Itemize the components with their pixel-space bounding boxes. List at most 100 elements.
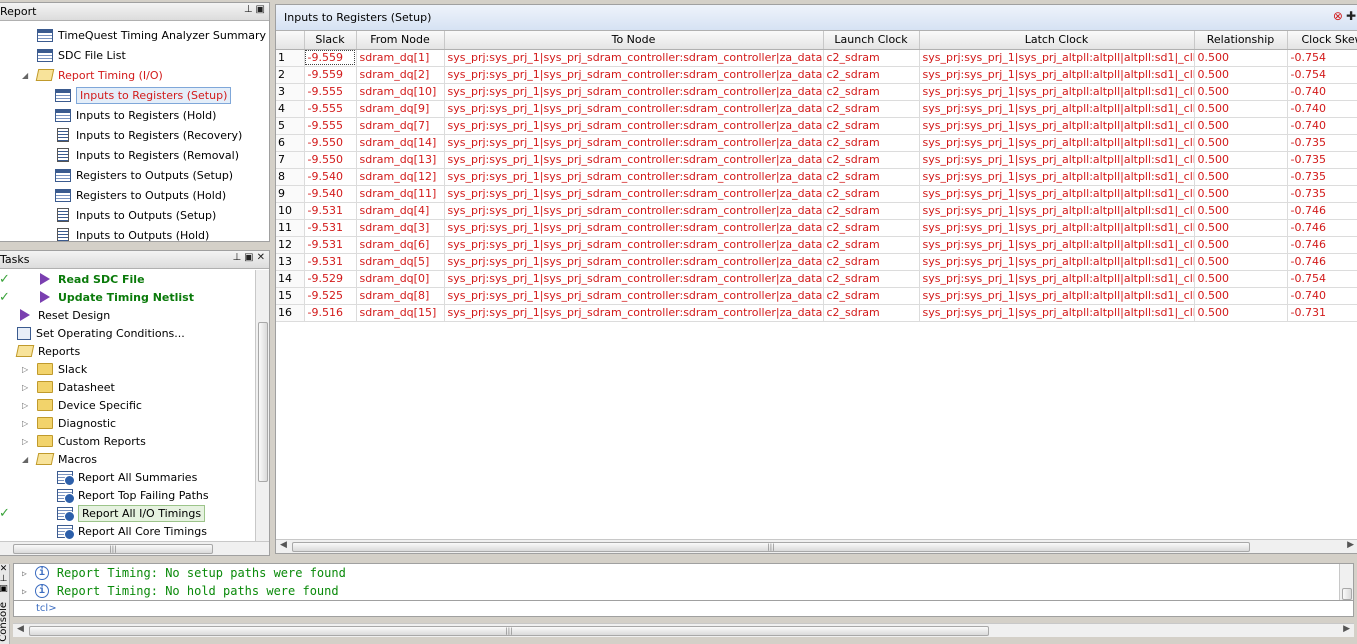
scroll-right-icon[interactable]: ▶ [1343,624,1350,634]
launch-clock-cell[interactable]: c2_sdram [823,253,920,271]
relationship-cell[interactable]: 0.500 [1194,202,1288,220]
to-node-cell[interactable]: sys_prj:sys_prj_1|sys_prj_sdram_controll… [444,117,824,135]
row-number[interactable]: 4 [276,100,305,118]
table-row[interactable]: 5 -9.555 sdram_dq[7] sys_prj:sys_prj_1|sys_… [276,117,1357,135]
task-reports[interactable]: Reports [0,342,269,360]
scrollbar-thumb[interactable]: ||| [13,544,213,554]
report-item-inputs-to-registers-setup[interactable]: Inputs to Registers (Setup) [0,85,269,105]
to-node-cell[interactable]: sys_prj:sys_prj_1|sys_prj_sdram_controll… [444,100,824,118]
report-item-inputs-to-outputs-setup[interactable]: Inputs to Outputs (Setup) [0,205,269,225]
slack-cell[interactable]: -9.555 [304,100,357,118]
from-node-cell[interactable]: sdram_dq[13] [356,151,445,169]
latch-clock-cell[interactable]: sys_prj:sys_prj_1|sys_prj_altpll:altpll|… [919,151,1195,169]
scrollbar-thumb[interactable]: ||| [29,626,989,636]
clock-skew-cell[interactable]: -0.740 [1287,117,1357,135]
console-vertical-scrollbar[interactable] [1339,564,1353,600]
launch-clock-cell[interactable]: c2_sdram [823,83,920,101]
from-node-cell[interactable]: sdram_dq[5] [356,253,445,271]
relationship-cell[interactable]: 0.500 [1194,100,1288,118]
from-node-cell[interactable]: sdram_dq[10] [356,83,445,101]
table-row[interactable]: 11 -9.531 sdram_dq[3] sys_prj:sys_prj_1|sys… [276,219,1357,237]
launch-clock-cell[interactable]: c2_sdram [823,117,920,135]
latch-clock-cell[interactable]: sys_prj:sys_prj_1|sys_prj_altpll:altpll|… [919,100,1195,118]
pin-icon[interactable]: ⊥ [0,574,9,584]
column-header-latch-clock[interactable]: Latch Clock [919,31,1195,50]
slack-cell[interactable]: -9.555 [304,117,357,135]
launch-clock-cell[interactable]: c2_sdram [823,168,920,186]
row-number[interactable]: 16 [276,304,305,322]
launch-clock-cell[interactable]: c2_sdram [823,49,920,67]
launch-clock-cell[interactable]: c2_sdram [823,236,920,254]
column-header-launch-clock[interactable]: Launch Clock [823,31,920,50]
to-node-cell[interactable]: sys_prj:sys_prj_1|sys_prj_sdram_controll… [444,185,824,203]
relationship-cell[interactable]: 0.500 [1194,66,1288,84]
row-number[interactable]: 7 [276,151,305,169]
report-item-sdc-file-list[interactable]: SDC File List [0,45,269,65]
latch-clock-cell[interactable]: sys_prj:sys_prj_1|sys_prj_altpll:altpll|… [919,236,1195,254]
launch-clock-cell[interactable]: c2_sdram [823,100,920,118]
clock-skew-cell[interactable]: -0.740 [1287,83,1357,101]
table-row[interactable]: 10 -9.531 sdram_dq[4] sys_prj:sys_prj_1|sys… [276,202,1357,220]
clock-skew-cell[interactable]: -0.746 [1287,253,1357,271]
slack-cell[interactable]: -9.531 [304,236,357,254]
expand-arrow-icon[interactable]: ▷ [22,587,27,596]
latch-clock-cell[interactable]: sys_prj:sys_prj_1|sys_prj_altpll:altpll|… [919,304,1195,322]
task-report-top-failing-paths[interactable]: Report Top Failing Paths [0,486,269,504]
latch-clock-cell[interactable]: sys_prj:sys_prj_1|sys_prj_altpll:altpll|… [919,83,1195,101]
slack-cell[interactable]: -9.559 [304,66,357,84]
from-node-cell[interactable]: sdram_dq[14] [356,134,445,152]
expanded-arrow-icon[interactable]: ◢ [22,455,28,464]
relationship-cell[interactable]: 0.500 [1194,253,1288,271]
latch-clock-cell[interactable]: sys_prj:sys_prj_1|sys_prj_altpll:altpll|… [919,117,1195,135]
relationship-cell[interactable]: 0.500 [1194,270,1288,288]
row-number[interactable]: 5 [276,117,305,135]
relationship-cell[interactable]: 0.500 [1194,287,1288,305]
task-slack[interactable]: ▷ Slack [0,360,269,378]
table-row[interactable]: 7 -9.550 sdram_dq[13] sys_prj:sys_prj_1|sys… [276,151,1357,169]
clock-skew-cell[interactable]: -0.746 [1287,236,1357,254]
relationship-cell[interactable]: 0.500 [1194,219,1288,237]
task-report-all-io-timings[interactable]: ✓ Report All I/O Timings [0,504,269,522]
row-number[interactable]: 2 [276,66,305,84]
stop-icon[interactable]: ⊗ [1333,9,1343,23]
table-row[interactable]: 4 -9.555 sdram_dq[9] sys_prj:sys_prj_1|sys_… [276,100,1357,118]
report-item-inputs-to-registers-removal[interactable]: Inputs to Registers (Removal) [0,145,269,165]
slack-cell[interactable]: -9.531 [304,202,357,220]
table-row[interactable]: 8 -9.540 sdram_dq[12] sys_prj:sys_prj_1|sys… [276,168,1357,186]
pin-icon[interactable]: ⊥ [244,4,253,15]
clock-skew-cell[interactable]: -0.754 [1287,49,1357,67]
collapsed-arrow-icon[interactable]: ▷ [22,437,28,446]
clock-skew-cell[interactable]: -0.735 [1287,134,1357,152]
clock-skew-cell[interactable]: -0.735 [1287,168,1357,186]
table-row[interactable]: 2 -9.559 sdram_dq[2] sys_prj:sys_prj_1|sys_… [276,66,1357,84]
task-datasheet[interactable]: ▷ Datasheet [0,378,269,396]
close-icon[interactable]: ✕ [257,252,265,263]
to-node-cell[interactable]: sys_prj:sys_prj_1|sys_prj_sdram_controll… [444,66,824,84]
clock-skew-cell[interactable]: -0.731 [1287,304,1357,322]
latch-clock-cell[interactable]: sys_prj:sys_prj_1|sys_prj_altpll:altpll|… [919,253,1195,271]
launch-clock-cell[interactable]: c2_sdram [823,202,920,220]
to-node-cell[interactable]: sys_prj:sys_prj_1|sys_prj_sdram_controll… [444,202,824,220]
task-read-sdc-file[interactable]: ✓ Read SDC File [0,270,269,288]
slack-cell[interactable]: -9.531 [304,253,357,271]
slack-cell[interactable]: -9.525 [304,287,357,305]
launch-clock-cell[interactable]: c2_sdram [823,151,920,169]
task-update-timing-netlist[interactable]: ✓ Update Timing Netlist [0,288,269,306]
table-row[interactable]: 12 -9.531 sdram_dq[6] sys_prj:sys_prj_1|sys… [276,236,1357,254]
from-node-cell[interactable]: sdram_dq[15] [356,304,445,322]
column-header-to-node[interactable]: To Node [444,31,824,50]
collapsed-arrow-icon[interactable]: ▷ [22,419,28,428]
column-header-relationship[interactable]: Relationship [1194,31,1288,50]
relationship-cell[interactable]: 0.500 [1194,134,1288,152]
float-window-icon[interactable]: ▣ [244,252,253,263]
slack-cell[interactable]: -9.540 [304,168,357,186]
launch-clock-cell[interactable]: c2_sdram [823,185,920,203]
latch-clock-cell[interactable]: sys_prj:sys_prj_1|sys_prj_altpll:altpll|… [919,134,1195,152]
scroll-left-icon[interactable]: ◀ [17,624,24,634]
report-item-inputs-to-outputs-hold[interactable]: Inputs to Outputs (Hold) [0,225,269,241]
row-number[interactable]: 11 [276,219,305,237]
scrollbar-thumb[interactable] [1342,588,1352,600]
report-item-registers-to-outputs-hold[interactable]: Registers to Outputs (Hold) [0,185,269,205]
expanded-arrow-icon[interactable]: ◢ [22,71,28,80]
float-window-icon[interactable]: ▣ [0,584,9,594]
